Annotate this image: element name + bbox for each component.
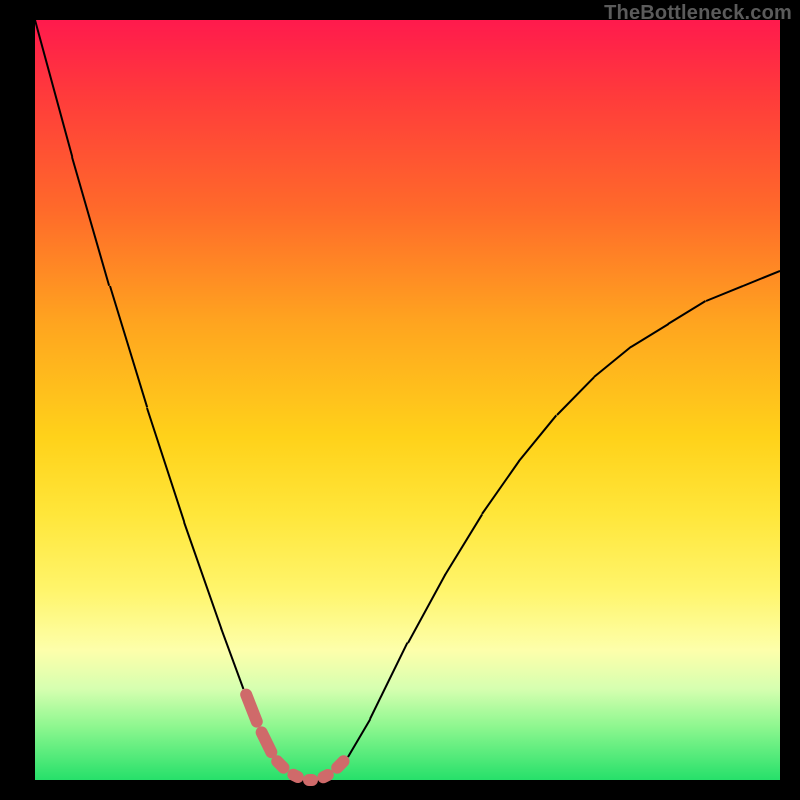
curve-valley-segment	[303, 774, 318, 786]
curve-segment	[705, 285, 743, 302]
plot-area	[35, 20, 780, 780]
curve-segment	[220, 628, 244, 689]
curve-segment	[481, 460, 520, 514]
curve-segment	[518, 415, 557, 462]
curve-segment	[668, 300, 706, 325]
curve-segment	[593, 346, 632, 378]
curve-segment	[742, 270, 780, 287]
curve-segment	[71, 157, 110, 287]
curve-segment	[369, 643, 408, 720]
curve-segment	[34, 20, 73, 157]
curve-segment	[347, 719, 371, 758]
curve-valley-segment	[238, 687, 264, 729]
curve-segment	[407, 574, 446, 643]
watermark-text: TheBottleneck.com	[604, 2, 792, 25]
curve-segment	[444, 513, 483, 575]
curve-segment	[183, 521, 222, 628]
chart-frame: TheBottleneck.com	[0, 0, 800, 800]
curve-segment	[109, 286, 148, 408]
curve-segment	[146, 407, 185, 522]
curve-segment	[556, 376, 595, 415]
curve-segment	[630, 323, 668, 348]
